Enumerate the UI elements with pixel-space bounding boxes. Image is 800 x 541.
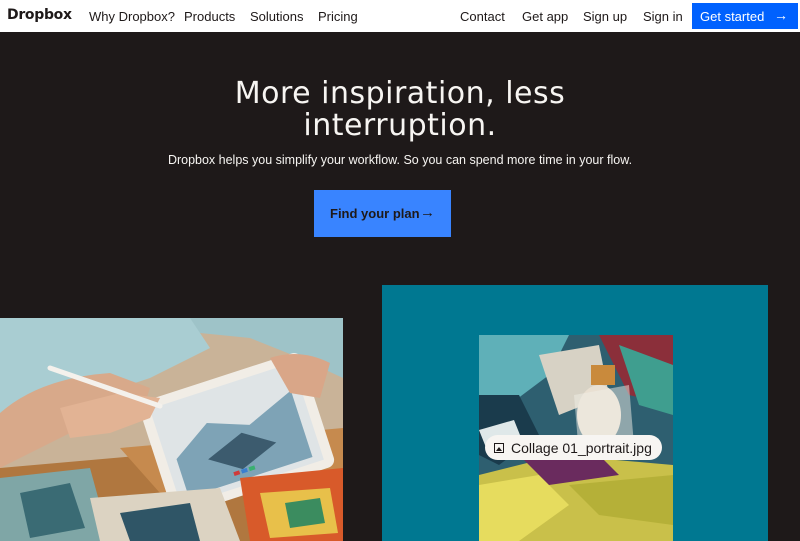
file-name-chip: Collage 01_portrait.jpg [485, 435, 662, 460]
hero-title: More inspiration, less interruption. [150, 78, 650, 142]
image-icon [494, 442, 504, 453]
find-your-plan-button[interactable]: Find your plan → [314, 190, 451, 237]
nav-sign-up[interactable]: Sign up [583, 9, 627, 24]
nav-products[interactable]: Products [184, 9, 235, 24]
hero-title-line1: More inspiration, less [234, 76, 566, 111]
dropbox-logo[interactable]: Dropbox [7, 7, 72, 23]
nav-why-dropbox[interactable]: Why Dropbox? [89, 9, 175, 24]
top-nav: Dropbox Why Dropbox? Products Solutions … [0, 0, 800, 32]
hero-subtitle: Dropbox helps you simplify your workflow… [167, 153, 633, 167]
file-name-label: Collage 01_portrait.jpg [511, 439, 652, 456]
arrow-right-icon: → [420, 204, 435, 221]
nav-sign-in[interactable]: Sign in [643, 9, 683, 24]
hero-title-line2: interruption. [303, 108, 497, 143]
get-started-label: Get started [700, 8, 765, 24]
tablet-drawing-photo [0, 318, 343, 541]
nav-contact[interactable]: Contact [460, 9, 505, 24]
find-your-plan-label: Find your plan [330, 206, 420, 221]
get-started-button[interactable]: Get started → [692, 3, 798, 29]
arrow-right-icon: → [774, 7, 788, 23]
nav-solutions[interactable]: Solutions [250, 9, 303, 24]
nav-pricing[interactable]: Pricing [318, 9, 358, 24]
nav-get-app[interactable]: Get app [522, 9, 568, 24]
